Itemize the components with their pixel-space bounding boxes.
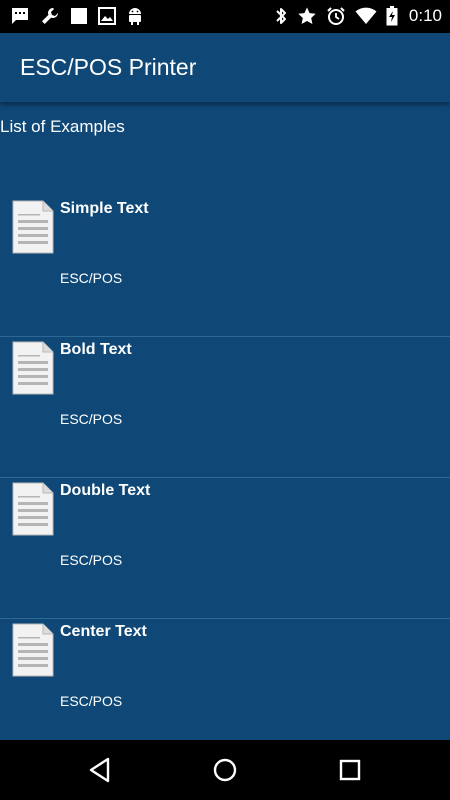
message-icon <box>12 8 28 24</box>
back-icon[interactable] <box>86 756 114 784</box>
item-subtitle: ESC/POS <box>60 552 123 568</box>
status-system: 0:10 <box>274 5 442 27</box>
battery-icon <box>386 6 398 26</box>
list-item-center-text[interactable]: Center Text ESC/POS <box>0 619 450 740</box>
document-icon <box>12 482 54 536</box>
status-time: 0:10 <box>408 6 442 25</box>
list-item-double-text[interactable]: Double Text ESC/POS <box>0 478 450 619</box>
image-icon <box>98 7 116 25</box>
item-subtitle: ESC/POS <box>60 270 123 286</box>
recents-icon[interactable] <box>336 756 364 784</box>
home-icon[interactable] <box>211 756 239 784</box>
list-item-simple-text[interactable]: Simple Text ESC/POS <box>0 196 450 337</box>
document-icon <box>12 341 54 395</box>
star-icon <box>298 7 316 24</box>
screen: 0:10 ESC/POS Printer List of Examples Si… <box>0 0 450 800</box>
item-title: Center Text <box>60 623 147 640</box>
status-bar: 0:10 <box>0 0 450 33</box>
item-title: Simple Text <box>60 200 149 217</box>
item-subtitle: ESC/POS <box>60 411 123 427</box>
item-subtitle: ESC/POS <box>60 693 123 709</box>
list-header: List of Examples <box>0 117 125 136</box>
main-content: List of Examples Simple Text ESC/POS Bol… <box>0 102 450 740</box>
wifi-icon <box>355 7 377 24</box>
app-bar: ESC/POS Printer <box>0 33 450 102</box>
alarm-icon <box>327 7 345 25</box>
list-item-bold-text[interactable]: Bold Text ESC/POS <box>0 337 450 478</box>
examples-list: Simple Text ESC/POS Bold Text ESC/POS Do… <box>0 196 450 740</box>
navigation-bar <box>0 740 450 800</box>
document-icon <box>12 200 54 254</box>
wrench-icon <box>42 8 58 24</box>
bluetooth-icon <box>276 8 286 24</box>
status-notifications <box>10 5 144 27</box>
document-icon <box>12 623 54 677</box>
item-title: Bold Text <box>60 341 132 358</box>
app-title: ESC/POS Printer <box>20 54 197 80</box>
android-icon <box>129 8 141 25</box>
item-title: Double Text <box>60 482 151 499</box>
square-icon <box>71 8 87 24</box>
